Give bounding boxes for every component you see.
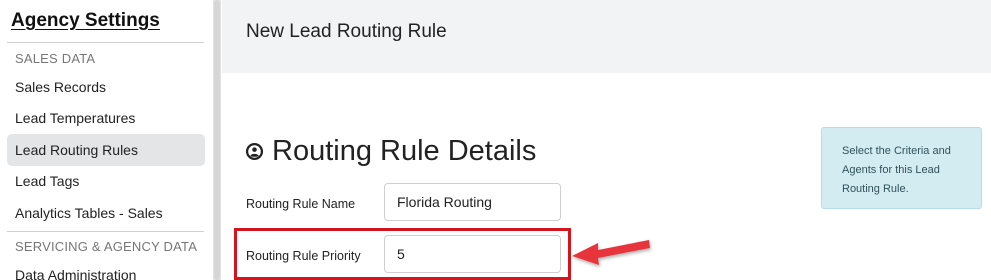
sidebar-item-analytics-tables-sales[interactable]: Analytics Tables - Sales [7,197,205,229]
sidebar-item-data-administration[interactable]: Data Administration [7,259,205,280]
sidebar-item-lead-routing-rules[interactable]: Lead Routing Rules [7,134,205,166]
routing-rule-name-input[interactable]: Florida Routing [384,183,561,221]
info-callout: Select the Criteria and Agents for this … [821,127,982,209]
sidebar: Agency Settings SALES DATA Sales Records… [0,0,212,280]
section-heading-text: Routing Rule Details [272,135,537,167]
section-label-servicing-agency-data: SERVICING & AGENCY DATA [15,239,198,254]
sidebar-divider [7,42,204,43]
highlight-box [234,228,571,280]
sidebar-item-sales-records[interactable]: Sales Records [7,71,205,103]
routing-rule-name-label: Routing Rule Name [246,197,356,211]
section-label-sales-data: SALES DATA [15,51,96,66]
sidebar-scrollbar[interactable] [213,0,221,280]
sidebar-title[interactable]: Agency Settings [11,10,160,32]
arrow-left-icon [572,240,650,265]
section-heading: Routing Rule Details [245,135,536,168]
sidebar-divider [7,231,204,232]
user-circle-icon [245,142,264,161]
page-title: New Lead Routing Rule [246,21,447,42]
sidebar-scrollbar-thumb[interactable] [214,0,220,280]
sidebar-item-lead-temperatures[interactable]: Lead Temperatures [7,102,205,134]
sidebar-item-lead-tags[interactable]: Lead Tags [7,165,205,197]
